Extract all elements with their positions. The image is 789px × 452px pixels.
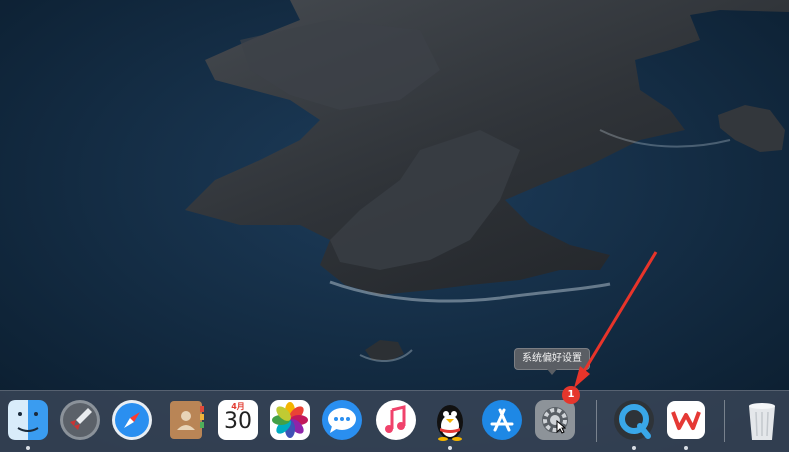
quicktime-icon: [614, 400, 654, 440]
app-store-icon: [482, 400, 522, 440]
dock-app-messages[interactable]: [320, 398, 364, 442]
dock-separator: [724, 400, 725, 442]
finder-icon: [8, 400, 48, 440]
dock-app-quicktime[interactable]: [612, 398, 656, 442]
dock-app-finder[interactable]: [6, 398, 50, 442]
penguin-icon: [437, 405, 463, 441]
dock-app-launchpad[interactable]: [58, 398, 102, 442]
running-indicator: [684, 446, 688, 450]
dock-app-contacts[interactable]: [164, 398, 208, 442]
notification-badge: 1: [562, 386, 580, 404]
wallpaper-island: [0, 0, 789, 451]
compass-icon: [112, 400, 152, 440]
dock-app-photos[interactable]: [268, 398, 312, 442]
contacts-icon: [170, 401, 204, 439]
dock-app-wps-office[interactable]: [664, 398, 708, 442]
calendar-day: 30: [224, 409, 252, 434]
dock-separator: [596, 400, 597, 442]
desktop-wallpaper: [0, 0, 789, 451]
music-note-icon: [376, 400, 416, 440]
running-indicator: [632, 446, 636, 450]
dock-app-qq[interactable]: [428, 398, 472, 442]
dock-app-safari[interactable]: [110, 398, 154, 442]
dock-app-system-preferences[interactable]: [533, 398, 577, 442]
dock-app-app-store[interactable]: [480, 398, 524, 442]
mouse-cursor-icon: [556, 420, 566, 434]
dock-tooltip: 系统偏好设置: [514, 348, 590, 375]
running-indicator: [26, 446, 30, 450]
dock-app-music[interactable]: [374, 398, 418, 442]
running-indicator: [448, 446, 452, 450]
dock-app-trash[interactable]: [740, 398, 784, 442]
speech-bubble-icon: [322, 400, 362, 440]
trash-icon: [749, 403, 775, 440]
photos-icon: [270, 400, 310, 440]
gear-icon: [535, 400, 575, 440]
rocket-icon: [60, 400, 100, 440]
wps-icon: [667, 401, 705, 439]
